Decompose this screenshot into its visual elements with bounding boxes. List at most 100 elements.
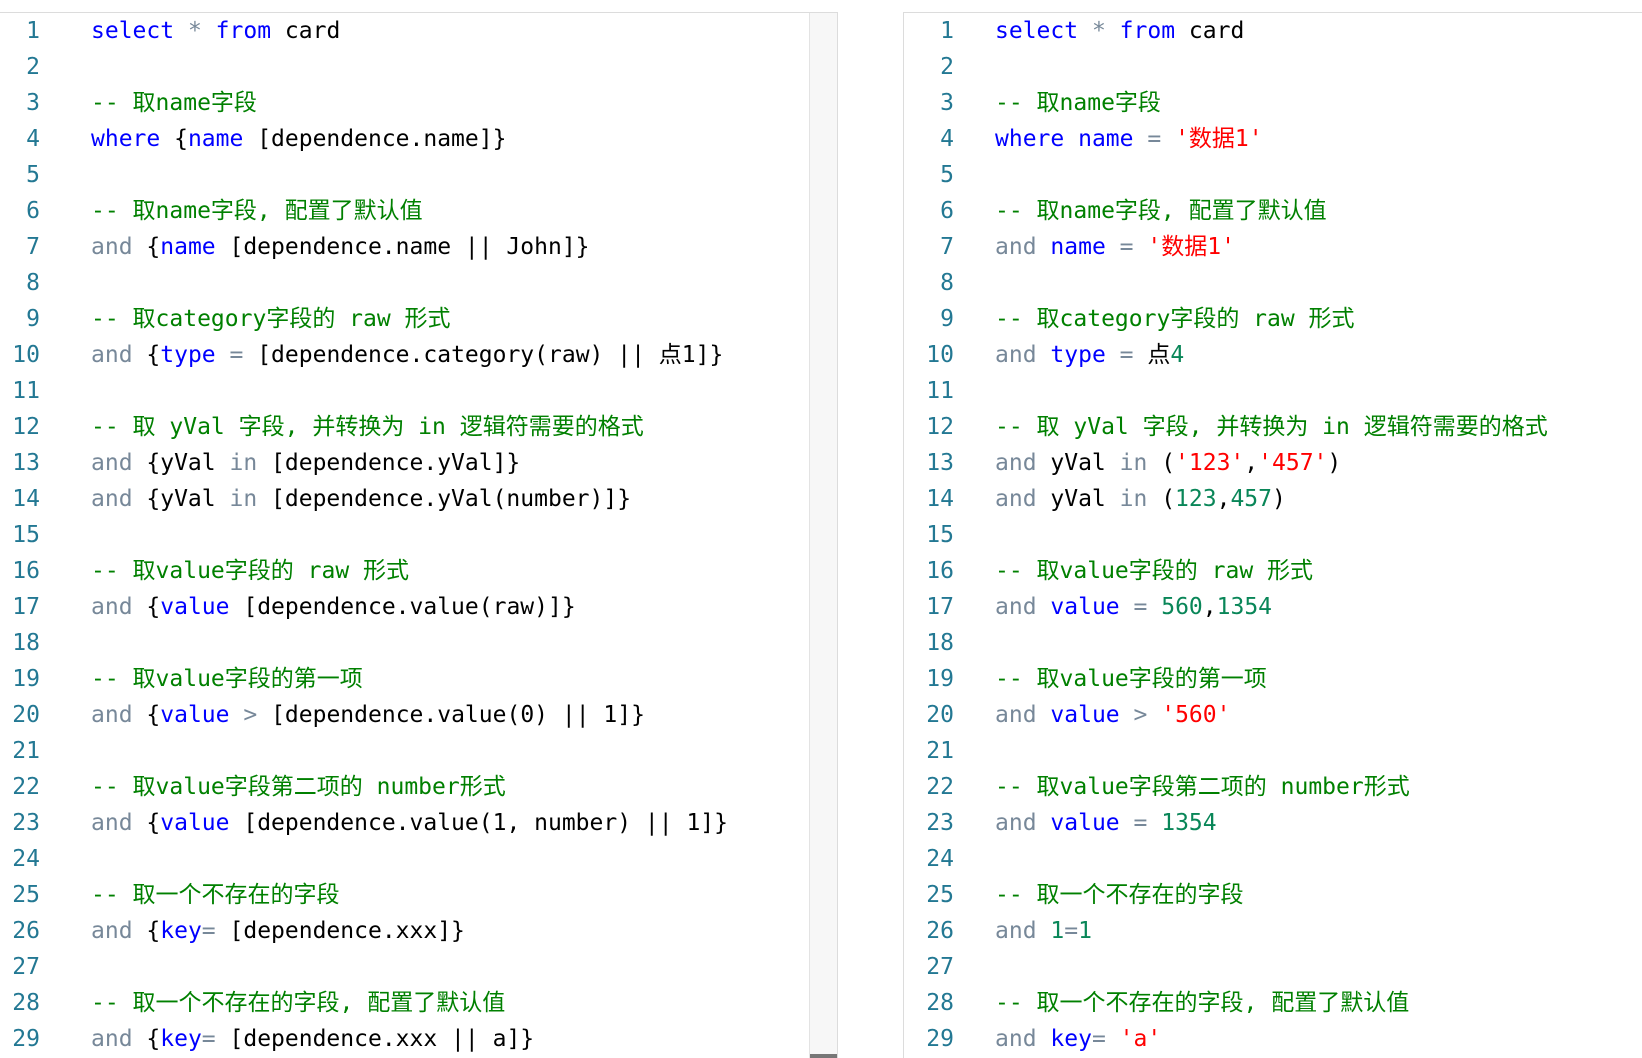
left-scrollbar-thumb[interactable] [810,1054,837,1058]
code-content[interactable]: -- 取value字段第二项的 number形式 [995,769,1410,805]
code-line[interactable]: 2 [0,49,837,85]
code-line[interactable]: 9 -- 取category字段的 raw 形式 [0,301,837,337]
code-content[interactable]: and {value > [dependence.value(0) || 1]} [91,697,645,733]
code-line[interactable]: 13 and yVal in ('123','457') [904,445,1642,481]
code-content[interactable]: -- 取value字段的 raw 形式 [91,553,409,589]
code-content[interactable]: select * from card [91,13,340,49]
code-content[interactable]: -- 取value字段的 raw 形式 [995,553,1313,589]
right-code-lines[interactable]: 1 select * from card 2 3 -- 取name字段 4 where na… [904,13,1642,1057]
code-content[interactable]: select * from card [995,13,1244,49]
code-line[interactable]: 8 [904,265,1642,301]
code-line[interactable]: 14 and yVal in (123,457) [904,481,1642,517]
code-content[interactable]: and {value [dependence.value(raw)]} [91,589,576,625]
left-vertical-scrollbar[interactable] [809,13,837,1058]
code-line[interactable]: 23 and value = 1354 [904,805,1642,841]
code-line[interactable]: 4 where name = '数据1' [904,121,1642,157]
code-line[interactable]: 24 [904,841,1642,877]
code-line[interactable]: 19 -- 取value字段的第一项 [904,661,1642,697]
code-line[interactable]: 25 -- 取一个不存在的字段 [904,877,1642,913]
code-content[interactable]: and value = 560,1354 [995,589,1272,625]
code-line[interactable]: 17 and {value [dependence.value(raw)]} [0,589,837,625]
code-line[interactable]: 4 where {name [dependence.name]} [0,121,837,157]
code-line[interactable]: 13 and {yVal in [dependence.yVal]} [0,445,837,481]
code-line[interactable]: 15 [0,517,837,553]
code-line[interactable]: 23 and {value [dependence.value(1, number… [0,805,837,841]
code-content[interactable]: and name = '数据1' [995,229,1235,265]
code-line[interactable]: 14 and {yVal in [dependence.yVal(number)]… [0,481,837,517]
code-line[interactable]: 16 -- 取value字段的 raw 形式 [0,553,837,589]
code-line[interactable]: 9 -- 取category字段的 raw 形式 [904,301,1642,337]
code-line[interactable]: 29 and key= 'a' [904,1021,1642,1057]
code-line[interactable]: 28 -- 取一个不存在的字段, 配置了默认值 [904,985,1642,1021]
code-content[interactable]: -- 取category字段的 raw 形式 [91,301,451,337]
code-line[interactable]: 29 and {key= [dependence.xxx || a]} [0,1021,837,1057]
code-content[interactable]: and value = 1354 [995,805,1217,841]
code-line[interactable]: 22 -- 取value字段第二项的 number形式 [0,769,837,805]
code-content[interactable]: -- 取name字段 [91,85,257,121]
code-content[interactable]: -- 取一个不存在的字段 [91,877,340,913]
code-content[interactable]: -- 取name字段 [995,85,1161,121]
code-line[interactable]: 20 and {value > [dependence.value(0) || 1… [0,697,837,733]
code-line[interactable]: 11 [0,373,837,409]
code-content[interactable]: -- 取name字段, 配置了默认值 [91,193,423,229]
code-content[interactable]: -- 取value字段的第一项 [995,661,1267,697]
code-line[interactable]: 20 and value > '560' [904,697,1642,733]
code-content[interactable]: where {name [dependence.name]} [91,121,506,157]
code-content[interactable]: -- 取一个不存在的字段 [995,877,1244,913]
code-line[interactable]: 10 and {type = [dependence.category(raw) … [0,337,837,373]
code-content[interactable]: -- 取 yVal 字段, 并转换为 in 逻辑符需要的格式 [995,409,1548,445]
code-line[interactable]: 27 [0,949,837,985]
code-content[interactable]: and {yVal in [dependence.yVal]} [91,445,520,481]
code-line[interactable]: 18 [904,625,1642,661]
code-line[interactable]: 21 [0,733,837,769]
left-code-lines[interactable]: 1 select * from card 2 3 -- 取name字段 4 where {n… [0,13,837,1057]
code-content[interactable]: and type = 点4 [995,337,1184,373]
code-line[interactable]: 1 select * from card [904,13,1642,49]
code-content[interactable]: and {key= [dependence.xxx || a]} [91,1021,534,1057]
right-code-editor[interactable]: 1 select * from card 2 3 -- 取name字段 4 where na… [903,12,1642,1058]
code-content[interactable]: -- 取一个不存在的字段, 配置了默认值 [91,985,505,1021]
code-line[interactable]: 22 -- 取value字段第二项的 number形式 [904,769,1642,805]
code-line[interactable]: 5 [0,157,837,193]
left-code-editor[interactable]: 1 select * from card 2 3 -- 取name字段 4 where {n… [0,12,838,1058]
code-content[interactable]: and key= 'a' [995,1021,1161,1057]
code-content[interactable]: -- 取一个不存在的字段, 配置了默认值 [995,985,1409,1021]
code-line[interactable]: 11 [904,373,1642,409]
code-line[interactable]: 25 -- 取一个不存在的字段 [0,877,837,913]
code-line[interactable]: 8 [0,265,837,301]
code-content[interactable]: and value > '560' [995,697,1230,733]
code-line[interactable]: 7 and {name [dependence.name || John]} [0,229,837,265]
code-line[interactable]: 15 [904,517,1642,553]
code-content[interactable]: and {type = [dependence.category(raw) ||… [91,337,723,373]
code-line[interactable]: 21 [904,733,1642,769]
code-line[interactable]: 6 -- 取name字段, 配置了默认值 [0,193,837,229]
code-content[interactable]: where name = '数据1' [995,121,1263,157]
code-line[interactable]: 27 [904,949,1642,985]
code-line[interactable]: 17 and value = 560,1354 [904,589,1642,625]
code-content[interactable]: -- 取value字段的第一项 [91,661,363,697]
code-line[interactable]: 6 -- 取name字段, 配置了默认值 [904,193,1642,229]
code-content[interactable]: and {yVal in [dependence.yVal(number)]} [91,481,631,517]
code-line[interactable]: 3 -- 取name字段 [0,85,837,121]
code-line[interactable]: 28 -- 取一个不存在的字段, 配置了默认值 [0,985,837,1021]
code-content[interactable]: and yVal in ('123','457') [995,445,1341,481]
code-line[interactable]: 19 -- 取value字段的第一项 [0,661,837,697]
code-line[interactable]: 3 -- 取name字段 [904,85,1642,121]
code-content[interactable]: -- 取name字段, 配置了默认值 [995,193,1327,229]
code-content[interactable]: and yVal in (123,457) [995,481,1286,517]
code-line[interactable]: 1 select * from card [0,13,837,49]
code-content[interactable]: and {value [dependence.value(1, number) … [91,805,728,841]
code-content[interactable]: and 1=1 [995,913,1092,949]
code-content[interactable]: and {name [dependence.name || John]} [91,229,590,265]
code-content[interactable]: -- 取value字段第二项的 number形式 [91,769,506,805]
code-line[interactable]: 2 [904,49,1642,85]
code-line[interactable]: 16 -- 取value字段的 raw 形式 [904,553,1642,589]
code-content[interactable]: and {key= [dependence.xxx]} [91,913,465,949]
code-line[interactable]: 24 [0,841,837,877]
code-line[interactable]: 10 and type = 点4 [904,337,1642,373]
code-line[interactable]: 26 and 1=1 [904,913,1642,949]
code-content[interactable]: -- 取 yVal 字段, 并转换为 in 逻辑符需要的格式 [91,409,644,445]
code-line[interactable]: 26 and {key= [dependence.xxx]} [0,913,837,949]
code-line[interactable]: 5 [904,157,1642,193]
code-content[interactable]: -- 取category字段的 raw 形式 [995,301,1355,337]
